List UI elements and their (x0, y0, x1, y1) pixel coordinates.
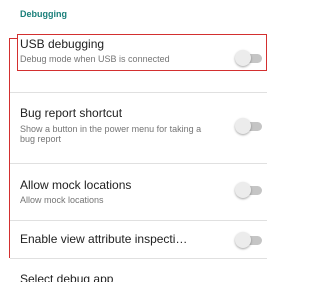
toggle-thumb (235, 118, 251, 134)
pref-summary: Show a button in the power menu for taki… (20, 124, 202, 144)
pref-title: Allow mock locations (20, 178, 132, 192)
pref-usb-debugging[interactable]: USB debugging Debug mode when USB is con… (0, 34, 267, 72)
pref-summary: Debug mode when USB is connected (20, 54, 170, 64)
section-header-debugging: Debugging (20, 9, 67, 19)
pref-title: Enable view attribute inspecti… (20, 232, 188, 246)
allow-mock-locations-toggle[interactable] (234, 182, 266, 198)
usb-debugging-toggle[interactable] (234, 50, 266, 66)
toggle-thumb (235, 182, 251, 198)
toggle-thumb (235, 232, 251, 248)
pref-bug-report-shortcut[interactable]: Bug report shortcut Show a button in the… (0, 104, 267, 154)
pref-title: Select debug app (20, 272, 114, 282)
pref-summary: Allow mock locations (20, 195, 104, 205)
developer-options-screen: Debugging USB debugging Debug mode when … (0, 0, 267, 282)
bug-report-shortcut-toggle[interactable] (234, 118, 266, 134)
view-attribute-inspection-toggle[interactable] (234, 232, 266, 248)
toggle-thumb (235, 50, 251, 66)
pref-select-debug-app[interactable]: Select debug app (0, 272, 267, 282)
divider (10, 163, 267, 164)
pref-allow-mock-locations[interactable]: Allow mock locations Allow mock location… (0, 175, 267, 211)
divider (10, 258, 267, 259)
pref-title: USB debugging (20, 37, 105, 51)
divider (10, 92, 267, 93)
pref-view-attribute-inspection[interactable]: Enable view attribute inspecti… (0, 222, 267, 256)
pref-title: Bug report shortcut (20, 106, 123, 120)
divider (10, 220, 267, 221)
